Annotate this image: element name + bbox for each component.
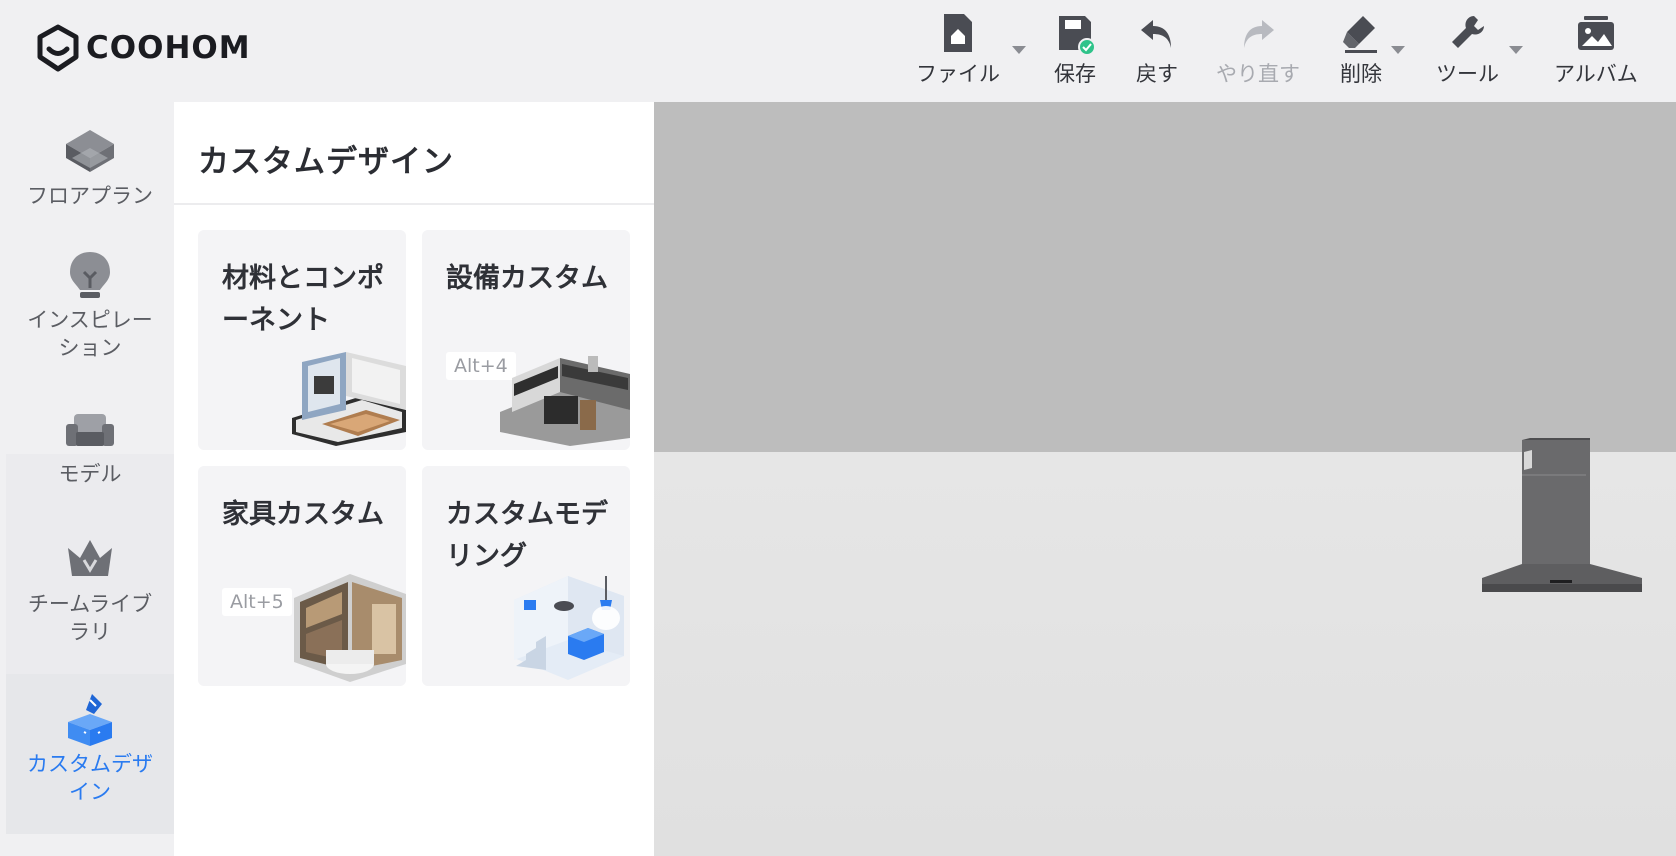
nav-item-custom-design[interactable]: カスタムデザイン — [6, 674, 174, 834]
file-label: ファイル — [916, 62, 1000, 86]
card-custom-modeling[interactable]: カスタムモデリング — [422, 466, 630, 686]
nav-item-floorplan[interactable]: フロアプラン — [6, 124, 174, 210]
custom-design-panel: カスタムデザイン 材料とコンポーネント 設備カスタム Alt+4 家具カスタム … — [174, 102, 654, 856]
nav-label-floorplan: フロアプラン — [27, 184, 153, 208]
tools-dropdown-caret[interactable] — [1509, 46, 1523, 54]
card-title: 家具カスタム — [222, 499, 384, 530]
delete-dropdown-caret[interactable] — [1391, 46, 1405, 54]
3d-viewport[interactable] — [654, 102, 1676, 856]
armchair-icon — [66, 414, 114, 446]
top-toolbar: COOHOM ファイル 保存 戻す やり直す 削除 ツール アルバム — [0, 0, 1676, 102]
card-furniture-custom[interactable]: 家具カスタム Alt+5 — [198, 466, 406, 686]
file-button[interactable]: ファイル — [916, 12, 1000, 88]
delete-button[interactable]: 削除 — [1340, 12, 1382, 88]
save-button[interactable]: 保存 — [1054, 12, 1096, 88]
kitchen-illustration — [500, 356, 630, 446]
undo-icon — [1141, 20, 1171, 48]
tools-button[interactable]: ツール — [1436, 12, 1499, 88]
eraser-icon — [1343, 16, 1377, 53]
panel-title: カスタムデザイン — [198, 144, 454, 180]
panel-divider — [174, 203, 654, 205]
viewport-wall — [654, 102, 1676, 452]
nav-label-custom-design: カスタムデザイン — [27, 752, 153, 804]
coohom-logo-icon — [37, 24, 79, 72]
redo-icon — [1244, 20, 1274, 48]
crown-icon — [68, 540, 112, 576]
range-hood-model[interactable] — [1482, 438, 1646, 604]
redo-label: やり直す — [1216, 62, 1300, 86]
redo-button[interactable]: やり直す — [1216, 12, 1300, 88]
card-materials-components[interactable]: 材料とコンポーネント — [198, 230, 406, 450]
save-label: 保存 — [1054, 62, 1096, 86]
file-home-icon — [944, 14, 972, 52]
logo-text: COOHOM — [86, 30, 251, 66]
delete-label: 削除 — [1340, 62, 1382, 86]
shortcut-badge: Alt+5 — [222, 588, 292, 616]
custom-design-icon — [68, 694, 112, 746]
album-icon — [1577, 16, 1614, 50]
materials-illustration — [292, 352, 406, 446]
left-navigation: フロアプラン インスピレーション モデル チームライブラリ カスタムデザイン — [6, 102, 174, 856]
nav-label-team-library: チームライブラリ — [27, 592, 153, 644]
nav-item-model[interactable]: モデル — [6, 402, 174, 488]
album-button[interactable]: アルバム — [1554, 12, 1638, 88]
nav-label-inspiration: インスピレーション — [27, 308, 153, 360]
card-title: 設備カスタム — [446, 263, 608, 294]
card-title: カスタムモデリング — [446, 499, 608, 572]
modeling-illustration — [514, 576, 624, 680]
tools-label: ツール — [1436, 62, 1499, 86]
nav-item-team-library[interactable]: チームライブラリ — [6, 532, 174, 646]
wrench-icon — [1451, 16, 1484, 48]
undo-button[interactable]: 戻す — [1136, 12, 1178, 88]
coohom-logo[interactable]: COOHOM — [36, 24, 251, 72]
nav-item-inspiration[interactable]: インスピレーション — [6, 248, 174, 362]
furniture-illustration — [294, 574, 406, 682]
save-icon — [1059, 16, 1095, 56]
undo-label: 戻す — [1136, 62, 1178, 86]
floorplan-icon — [66, 130, 114, 172]
nav-label-model: モデル — [58, 462, 122, 486]
file-dropdown-caret[interactable] — [1012, 46, 1026, 54]
card-title: 材料とコンポーネント — [222, 263, 384, 336]
card-equipment-custom[interactable]: 設備カスタム Alt+4 — [422, 230, 630, 450]
lightbulb-icon — [70, 252, 110, 298]
album-label: アルバム — [1554, 62, 1638, 86]
